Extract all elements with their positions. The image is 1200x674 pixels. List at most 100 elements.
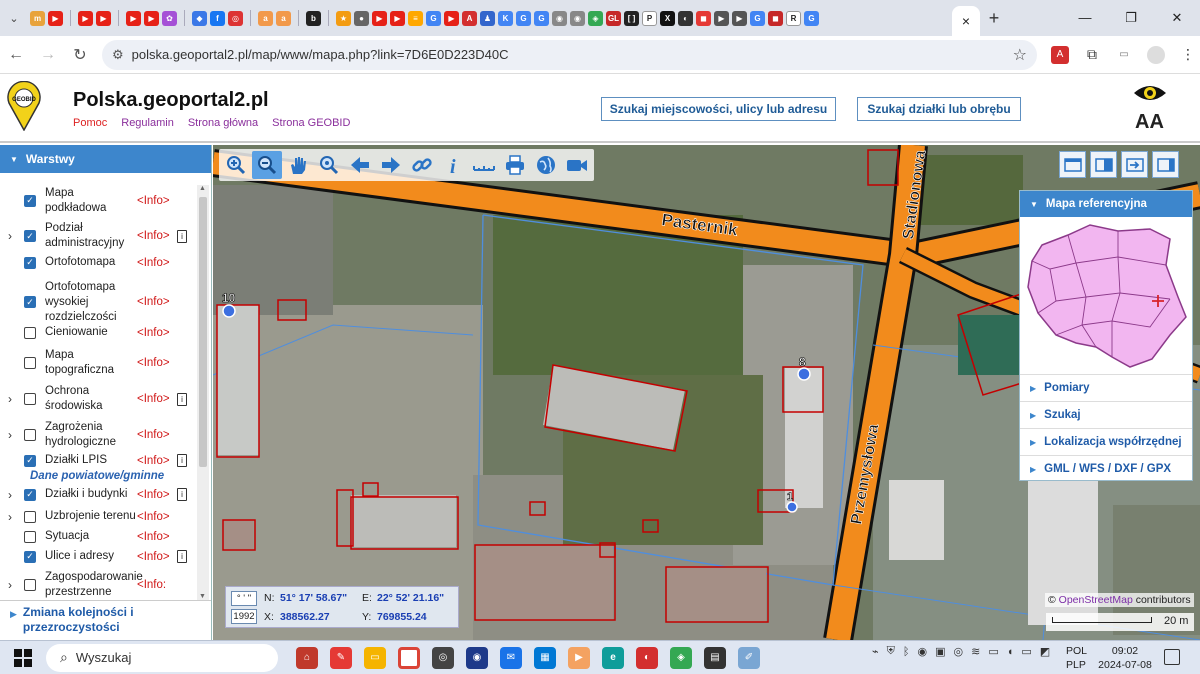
layer-info-link[interactable]: <Info> <box>137 195 175 207</box>
tab-favicon[interactable]: ★ <box>336 10 351 26</box>
app-icon[interactable]: ◐ <box>636 646 658 669</box>
layer-info-link[interactable]: <Info> <box>137 489 175 501</box>
zoom-extent-icon[interactable] <box>314 151 344 179</box>
tab-youtube-icon[interactable]: ▶ <box>96 10 111 26</box>
tab-favicon[interactable]: ≡ <box>408 10 423 26</box>
tab-youtube-icon[interactable]: ▶ <box>372 10 387 26</box>
tab-favicon[interactable]: a <box>258 10 273 26</box>
url-text[interactable]: polska.geoportal2.pl/map/www/mapa.php?li… <box>132 47 1013 62</box>
reference-map[interactable] <box>1020 217 1192 374</box>
layer-name[interactable]: Ulice i adresy <box>45 549 137 564</box>
tab-favicon[interactable]: ▶ <box>732 10 747 26</box>
sidebar-scrollbar[interactable]: ▲ ▼ <box>197 185 209 600</box>
tab-favicon[interactable]: ◉ <box>552 10 567 26</box>
search-parcel-button[interactable]: Szukaj działki lub obrębu <box>857 97 1021 121</box>
zoom-out-icon[interactable] <box>252 151 282 179</box>
minimize-button[interactable]: — <box>1062 10 1108 26</box>
extensions-puzzle-icon[interactable]: ⧉ <box>1083 45 1101 64</box>
layer-checkbox[interactable] <box>24 357 36 369</box>
expand-chevron-icon[interactable]: › <box>0 578 20 592</box>
site-title[interactable]: Polska.geoportal2.pl <box>73 89 269 112</box>
tab-facebook-icon[interactable]: f <box>210 10 225 26</box>
app-icon[interactable]: ◉ <box>466 646 488 669</box>
tab-favicon[interactable]: ◼ <box>696 10 711 26</box>
expand-chevron-icon[interactable]: › <box>0 428 20 442</box>
tab-favicon[interactable]: K <box>498 10 513 26</box>
tab-favicon[interactable]: b <box>306 10 321 26</box>
layer-info-link[interactable]: <Info> <box>137 455 175 467</box>
layer-checkbox[interactable]: ✓ <box>24 230 36 242</box>
print-icon[interactable] <box>500 151 530 179</box>
map-view[interactable]: 10 8 1 Pasternik Stadionowa Przemysłowa … <box>213 145 1200 640</box>
layer-checkbox[interactable] <box>24 393 36 405</box>
taskbar-search[interactable]: ⌕ Wyszukaj <box>46 643 278 672</box>
app-icon[interactable]: ▤ <box>704 646 726 669</box>
layer-checkbox[interactable] <box>24 326 36 339</box>
contrast-eye-icon[interactable] <box>1132 83 1168 103</box>
measurements-link[interactable]: ▶ Pomiary <box>1020 374 1192 401</box>
tab-youtube-icon[interactable]: ▶ <box>126 10 141 26</box>
link-icon[interactable] <box>407 151 437 179</box>
back-button[interactable]: ← <box>0 46 32 64</box>
info-icon[interactable]: i <box>438 151 468 179</box>
previous-view-arrow-icon[interactable] <box>345 151 375 179</box>
help-link[interactable]: Pomoc <box>73 117 107 129</box>
sidebar-icon[interactable]: ▭ <box>1115 45 1133 64</box>
terms-link[interactable]: Regulamin <box>121 117 174 129</box>
tab-favicon[interactable]: a <box>276 10 291 26</box>
layer-order-link[interactable]: ▶ Zmiana kolejności i przezroczystości <box>0 600 211 640</box>
tab-favicon[interactable]: ♟ <box>480 10 495 26</box>
tab-favicon[interactable]: ◎ <box>228 10 243 26</box>
active-tab[interactable]: × <box>952 6 980 36</box>
reload-button[interactable]: ↻ <box>64 45 96 65</box>
home-link[interactable]: Strona główna <box>188 117 258 129</box>
defender-icon[interactable]: ⛨ <box>887 645 895 658</box>
layer-name[interactable]: Ochrona środowiska <box>45 384 137 414</box>
tab-youtube-icon[interactable]: ▶ <box>48 10 63 26</box>
search-place-button[interactable]: Szukaj miejscowości, ulicy lub adresu <box>601 97 836 121</box>
tab-youtube-icon[interactable]: ▶ <box>78 10 93 26</box>
layer-info-link[interactable]: <Info> <box>137 327 175 339</box>
layer-name[interactable]: Uzbrojenie terenu <box>45 509 137 524</box>
layer-info-link[interactable]: <Info> <box>137 296 175 308</box>
tab-favicon[interactable]: ▶ <box>714 10 729 26</box>
tab-youtube-icon[interactable]: ▶ <box>144 10 159 26</box>
tab-google-icon[interactable]: G <box>534 10 549 26</box>
layer-info-link[interactable]: <Info> <box>137 511 175 523</box>
app-tray-icon[interactable]: ◉ <box>917 645 927 658</box>
app-tray-icon[interactable]: ◎ <box>954 645 964 658</box>
tab-google-icon[interactable]: G <box>426 10 441 26</box>
tab-search-chevron-down-icon[interactable]: ⌄ <box>0 6 28 30</box>
layer-checkbox[interactable]: ✓ <box>24 454 36 467</box>
layer-checkbox[interactable]: ✓ <box>24 256 36 269</box>
layer-name[interactable]: Zagrożenia hydrologiczne <box>45 420 137 450</box>
layer-name[interactable]: Działki i budynki <box>45 487 137 502</box>
layer-name[interactable]: Działki LPIS <box>45 453 137 468</box>
layout-split-icon[interactable] <box>1090 151 1117 178</box>
tab-youtube-icon[interactable]: ▶ <box>390 10 405 26</box>
profile-avatar[interactable] <box>1147 45 1165 64</box>
tab-favicon[interactable]: ◆ <box>192 10 207 26</box>
language-indicator[interactable]: POL PLP <box>1066 644 1087 672</box>
search-link[interactable]: ▶ Szukaj <box>1020 401 1192 428</box>
layer-checkbox[interactable] <box>24 530 36 543</box>
wifi-icon[interactable]: ≋ <box>971 645 980 658</box>
tab-favicon[interactable]: P <box>642 10 657 26</box>
app-icon[interactable]: ✐ <box>738 646 760 669</box>
windows-start-icon[interactable] <box>0 648 46 667</box>
tab-x-icon[interactable]: X <box>660 10 675 26</box>
coord-format-toggle[interactable]: ° ' " <box>231 591 257 606</box>
tab-google-icon[interactable]: G <box>804 10 819 26</box>
layout-full-icon[interactable] <box>1059 151 1086 178</box>
layers-header[interactable]: ▼ Warstwy <box>0 145 211 173</box>
chrome-icon[interactable] <box>398 646 420 669</box>
layer-info-link[interactable]: <Info> <box>137 551 175 563</box>
tab-favicon[interactable]: m <box>30 10 45 26</box>
app-tray-icon[interactable]: ◩ <box>1040 645 1050 658</box>
tab-favicon[interactable]: ◐ <box>678 10 693 26</box>
layer-checkbox[interactable] <box>24 510 36 523</box>
next-view-arrow-icon[interactable] <box>376 151 406 179</box>
globe-icon[interactable] <box>531 151 561 179</box>
pdf-extension-icon[interactable]: A <box>1051 45 1069 64</box>
volume-icon[interactable]: ◖ <box>1007 646 1014 658</box>
